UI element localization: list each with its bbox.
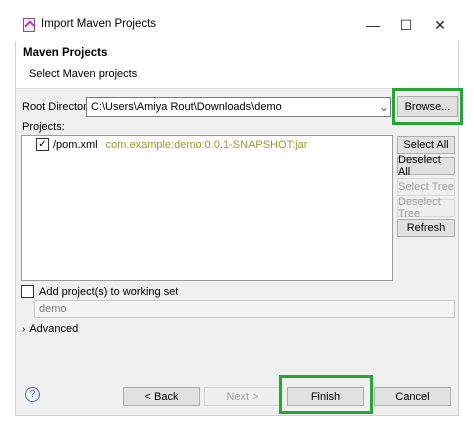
chevron-down-icon[interactable]: ⌄ bbox=[378, 97, 390, 117]
window-title: Import Maven Projects bbox=[41, 18, 157, 30]
maximize-icon: ☐ bbox=[399, 16, 413, 33]
working-set-label: Add project(s) to working set bbox=[39, 285, 179, 298]
project-name: /pom.xml bbox=[53, 138, 98, 151]
root-directory-combo[interactable]: C:\Users\Amiya Rout\Downloads\demo bbox=[86, 97, 391, 117]
browse-button[interactable]: Browse... bbox=[397, 96, 458, 117]
working-set-combo[interactable]: demo bbox=[34, 300, 455, 318]
refresh-button[interactable]: Refresh bbox=[397, 219, 455, 237]
close-button[interactable]: ✕ bbox=[426, 13, 454, 37]
back-button[interactable]: < Back bbox=[123, 387, 200, 406]
project-artifact: com.example:demo:0.0.1-SNAPSHOT:jar bbox=[105, 138, 308, 151]
advanced-toggle[interactable]: › Advanced bbox=[22, 323, 78, 335]
page-subtitle: Select Maven projects bbox=[29, 68, 138, 80]
page-title: Maven Projects bbox=[23, 47, 108, 59]
minimize-icon: — bbox=[366, 17, 380, 33]
select-all-button[interactable]: Select All bbox=[397, 136, 455, 154]
working-set-value: demo bbox=[39, 303, 67, 315]
root-directory-label: Root Directory: bbox=[22, 101, 96, 113]
projects-list[interactable] bbox=[21, 135, 393, 281]
next-button[interactable]: Next > bbox=[204, 387, 281, 406]
working-set-row[interactable]: Add project(s) to working set bbox=[21, 285, 178, 298]
deselect-tree-button[interactable]: Deselect Tree bbox=[397, 196, 455, 220]
cancel-button[interactable]: Cancel bbox=[374, 387, 451, 406]
close-icon: ✕ bbox=[434, 16, 446, 33]
projects-label: Projects: bbox=[22, 121, 65, 133]
root-directory-value: C:\Users\Amiya Rout\Downloads\demo bbox=[91, 101, 282, 113]
project-checkbox[interactable]: ✓ bbox=[36, 138, 49, 151]
select-tree-button[interactable]: Select Tree bbox=[397, 178, 455, 196]
finish-button[interactable]: Finish bbox=[287, 387, 364, 406]
deselect-all-button[interactable]: Deselect All bbox=[397, 154, 455, 178]
working-set-checkbox[interactable] bbox=[21, 285, 34, 298]
help-icon[interactable]: ? bbox=[25, 387, 40, 402]
chevron-right-icon: › bbox=[22, 323, 26, 335]
list-item[interactable]: ✓ /pom.xml com.example:demo:0.0.1-SNAPSH… bbox=[36, 138, 307, 151]
maximize-button[interactable]: ☐ bbox=[392, 13, 420, 37]
minimize-button[interactable]: — bbox=[359, 13, 387, 37]
advanced-label: Advanced bbox=[29, 323, 79, 335]
maven-app-icon bbox=[23, 18, 35, 32]
